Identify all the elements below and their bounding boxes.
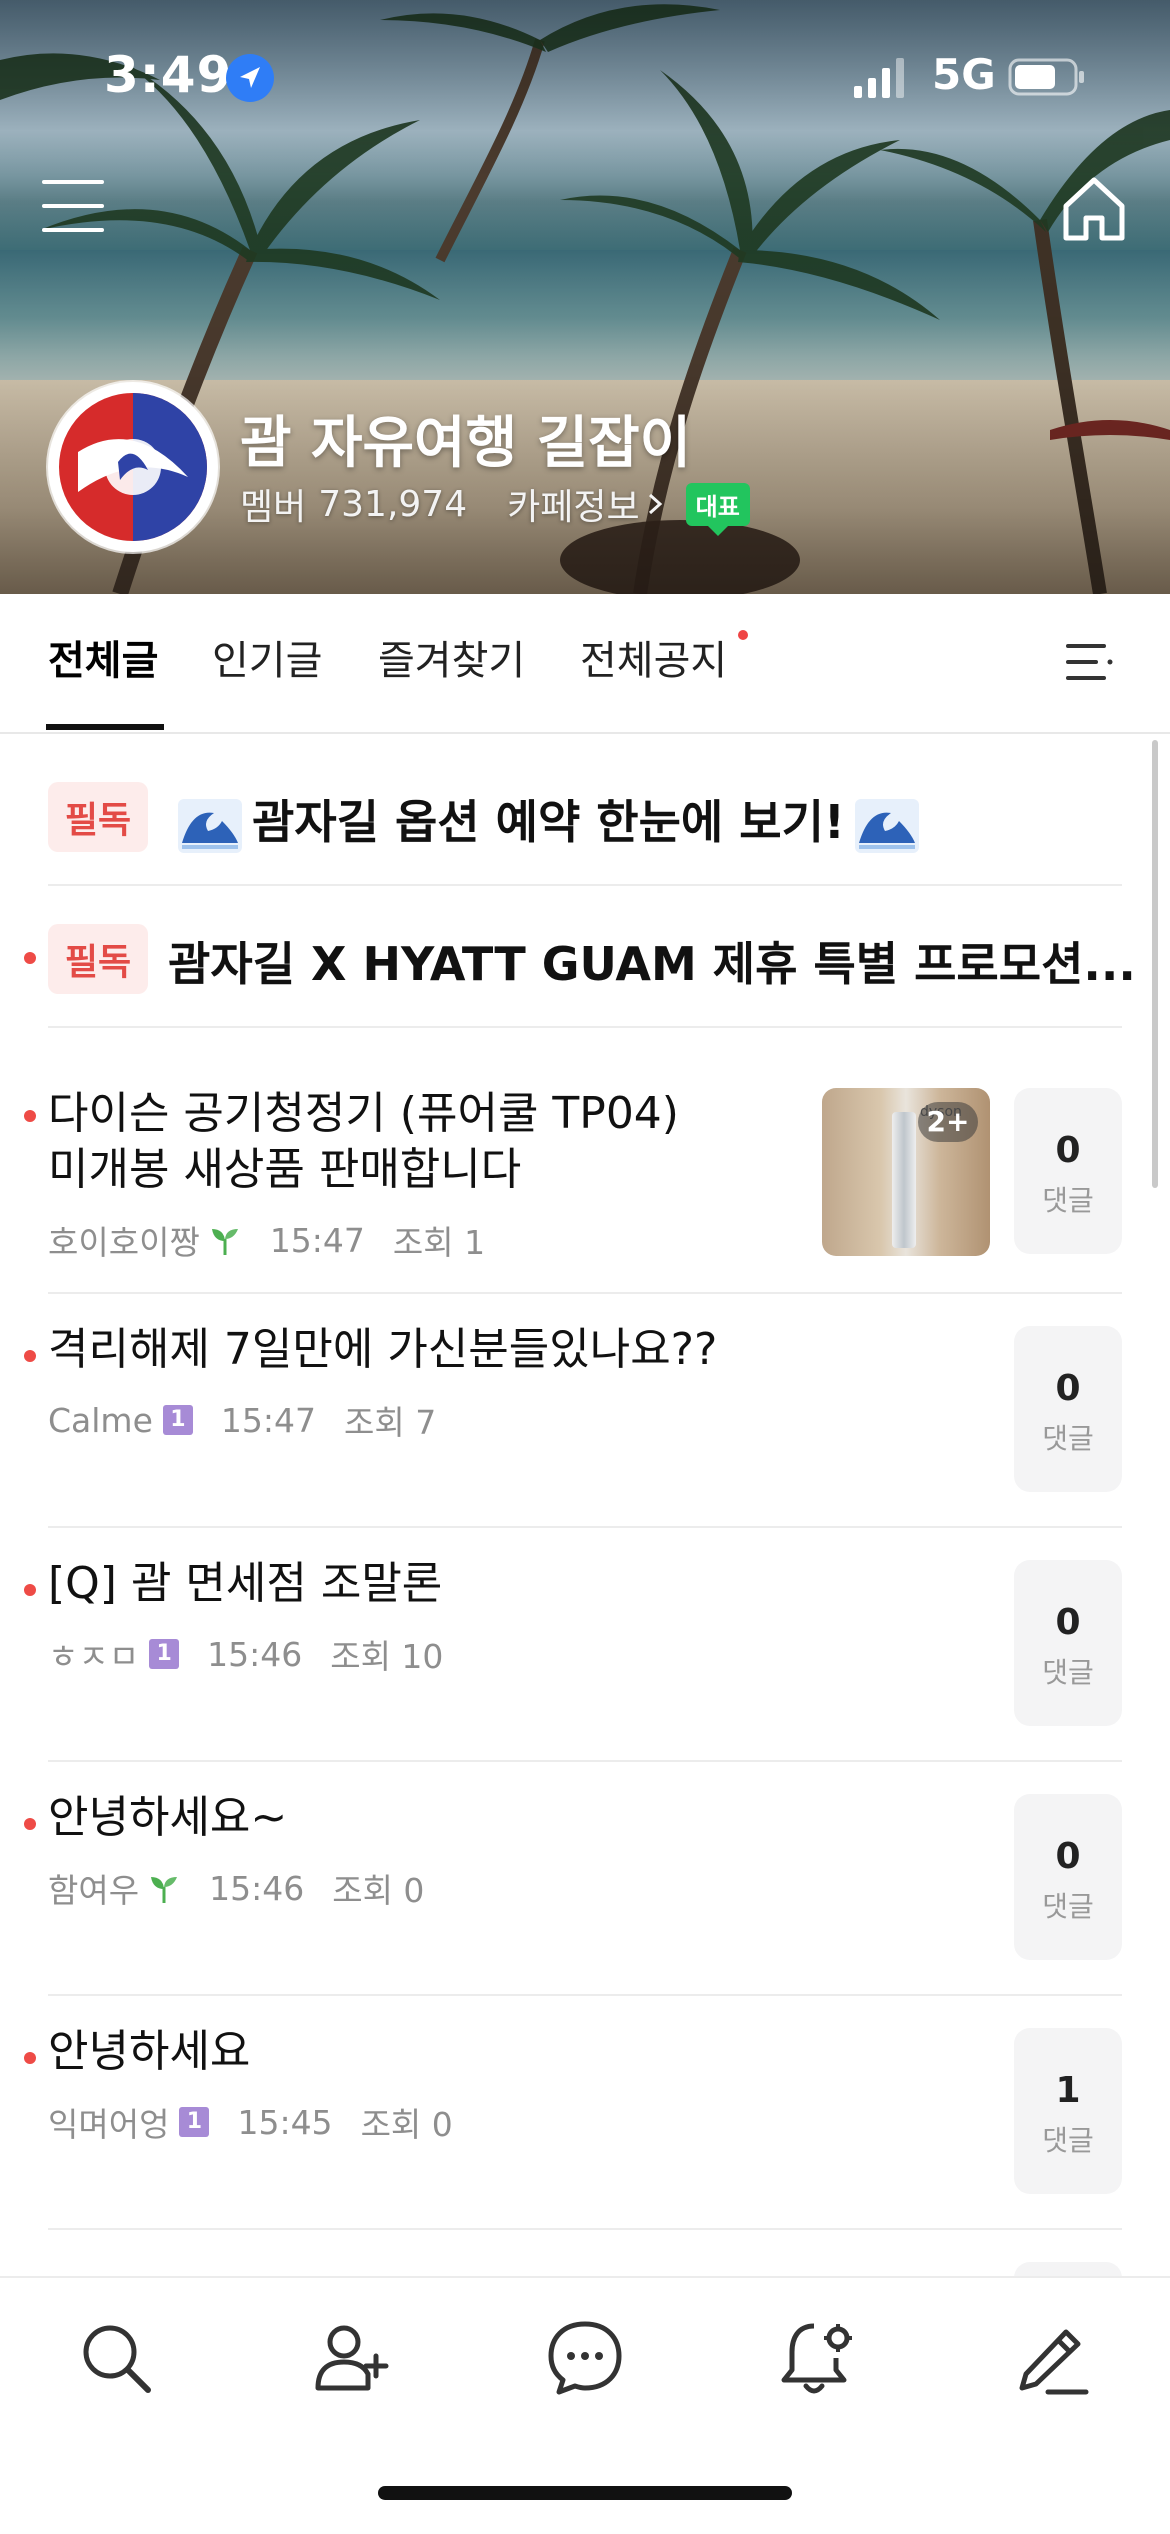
sprout-icon: [151, 1877, 178, 1903]
unread-dot: [24, 1110, 36, 1122]
notification-settings-icon[interactable]: [778, 2318, 858, 2398]
unread-dot: [24, 1350, 36, 1362]
battery-icon: [1008, 58, 1084, 96]
post-author: 익며어엉: [48, 2105, 170, 2144]
post-title: 안녕하세요: [48, 2026, 251, 2077]
cafe-info-label: 카페정보: [507, 487, 640, 528]
post-views: 조회 0: [332, 1871, 425, 1910]
post-thumbnail[interactable]: dyson 2+: [822, 1088, 990, 1256]
post-views: 조회 0: [360, 2105, 453, 2144]
comment-label: 댓글: [1042, 1656, 1094, 1689]
cafe-meta: 멤버 731,974 카페정보 대표: [240, 478, 750, 536]
post-time: 15:46: [207, 1634, 303, 1674]
post-time: 15:47: [269, 1220, 365, 1260]
sprout-icon: [211, 1229, 238, 1255]
comment-count: 0: [1055, 1602, 1081, 1643]
post-item[interactable]: [Q] 괌 면세점 조말론 ㅎㅈㅁ 1 15:46 조회 10 0 댓글: [48, 1526, 1122, 1762]
write-icon[interactable]: [1012, 2318, 1092, 2398]
must-read-badge: 필독: [48, 924, 148, 994]
post-views: 조회 1: [392, 1223, 486, 1262]
comment-count: 0: [1055, 1368, 1081, 1409]
wave-icon: [178, 798, 242, 853]
comment-label: 댓글: [1042, 1422, 1094, 1455]
post-author: 함여우: [48, 1871, 140, 1910]
post-author: Calme: [48, 1400, 153, 1440]
pinned-title: 괌자길 옵션 예약 한눈에 보기!: [252, 795, 845, 849]
post-meta: 익며어엉 1 15:45 조회 0: [48, 2098, 453, 2146]
comment-label: 댓글: [1042, 2124, 1094, 2157]
pinned-post[interactable]: 필독 괌자길 옵션 예약 한눈에 보기!: [48, 742, 1122, 886]
cafe-logo[interactable]: [48, 382, 218, 552]
post-item[interactable]: 다이슨 공기청정기 (퓨어쿨 TP04) 미개봉 새상품 판매합니다 호이호이짱…: [48, 1028, 1122, 1294]
post-title: 안녕하세요~: [48, 1792, 288, 1843]
post-meta: ㅎㅈㅁ 1 15:46 조회 10: [48, 1630, 443, 1678]
home-indicator[interactable]: [378, 2486, 792, 2500]
member-count: 731,974: [318, 483, 468, 525]
post-time: 15:45: [237, 2102, 333, 2142]
post-views: 조회 7: [344, 1403, 437, 1442]
member-level-badge: 1: [162, 1405, 193, 1435]
tab-favorites[interactable]: 즐겨찾기: [378, 628, 525, 686]
comment-count: 0: [1055, 1836, 1081, 1877]
tab-popular[interactable]: 인기글: [212, 628, 322, 686]
post-time: 15:47: [220, 1400, 316, 1440]
comment-count-button[interactable]: 0 댓글: [1014, 1088, 1122, 1254]
post-views: 조회 10: [330, 1637, 444, 1676]
post-item[interactable]: 안녕하세요~ 함여우 15:46 조회 0 0 댓글: [48, 1760, 1122, 1996]
comment-count: 0: [1055, 1130, 1081, 1171]
representative-badge: 대표: [685, 482, 750, 536]
member-level-badge: 1: [149, 1639, 180, 1669]
tab-all-posts[interactable]: 전체글: [48, 628, 158, 686]
post-title: 격리해제 7일만에 가신분들있나요??: [48, 1324, 718, 1375]
board-list-icon[interactable]: [1066, 640, 1114, 684]
pinned-title-row: 괌자길 옵션 예약 한눈에 보기!: [168, 786, 929, 853]
comment-label: 댓글: [1042, 1184, 1094, 1217]
member-label: 멤버: [240, 487, 307, 528]
comment-count-button[interactable]: 0 댓글: [1014, 1794, 1122, 1960]
image-count-badge: 2+: [918, 1102, 978, 1142]
post-meta: 함여우 15:46 조회 0: [48, 1864, 424, 1912]
signal-strength-icon: [854, 58, 904, 98]
add-member-icon[interactable]: [312, 2318, 392, 2398]
tab-all-notices[interactable]: 전체공지: [580, 628, 727, 686]
pinned-post[interactable]: 필독 괌자길 X HYATT GUAM 제휴 특별 프로모션...: [48, 884, 1136, 1028]
chat-icon[interactable]: [545, 2318, 625, 2398]
network-type: 5G: [932, 50, 996, 99]
post-author: 호이호이짱: [48, 1223, 200, 1262]
unread-dot: [24, 2052, 36, 2064]
location-arrow-icon: [226, 54, 274, 102]
board-tabs: 전체글 인기글 즐겨찾기 전체공지: [0, 594, 1170, 734]
post-title: [Q] 괌 면세점 조말론: [48, 1558, 443, 1609]
chevron-right-icon: [648, 493, 662, 515]
comment-count: 1: [1055, 2070, 1081, 2111]
status-bar: 3:49 5G: [0, 0, 1170, 150]
post-meta: 호이호이짱 15:47 조회 1: [48, 1216, 485, 1264]
unread-dot: [24, 952, 36, 964]
cafe-info-link[interactable]: 카페정보: [507, 478, 665, 530]
comment-count-button[interactable]: 0 댓글: [1014, 1326, 1122, 1492]
unread-dot: [24, 1818, 36, 1830]
new-notice-dot: [738, 630, 748, 640]
comment-count-button[interactable]: 0 댓글: [1014, 1560, 1122, 1726]
scrollbar[interactable]: [1152, 740, 1158, 1188]
pinned-title: 괌자길 X HYATT GUAM 제휴 특별 프로모션...: [168, 937, 1136, 991]
post-item[interactable]: 격리해제 7일만에 가신분들있나요?? Calme 1 15:47 조회 7 0…: [48, 1292, 1122, 1528]
home-icon[interactable]: [1058, 172, 1130, 244]
post-time: 15:46: [209, 1868, 305, 1908]
search-icon[interactable]: [76, 2318, 156, 2398]
post-item[interactable]: 안녕하세요 익며어엉 1 15:45 조회 0 1 댓글: [48, 1994, 1122, 2230]
comment-count-button[interactable]: 1 댓글: [1014, 2028, 1122, 2194]
wave-icon: [854, 798, 919, 853]
active-tab-indicator: [46, 724, 164, 730]
unread-dot: [24, 1584, 36, 1596]
comment-label: 댓글: [1042, 1890, 1094, 1923]
status-time: 3:49: [104, 46, 233, 104]
post-meta: Calme 1 15:47 조회 7: [48, 1396, 436, 1444]
must-read-badge: 필독: [48, 782, 148, 852]
menu-icon[interactable]: [42, 178, 108, 234]
post-author: ㅎㅈㅁ: [48, 1637, 140, 1676]
post-title: 다이슨 공기청정기 (퓨어쿨 TP04) 미개봉 새상품 판매합니다: [48, 1088, 679, 1195]
cafe-title: 괌 자유여행 길잡이: [240, 411, 692, 476]
member-level-badge: 1: [179, 2107, 210, 2137]
